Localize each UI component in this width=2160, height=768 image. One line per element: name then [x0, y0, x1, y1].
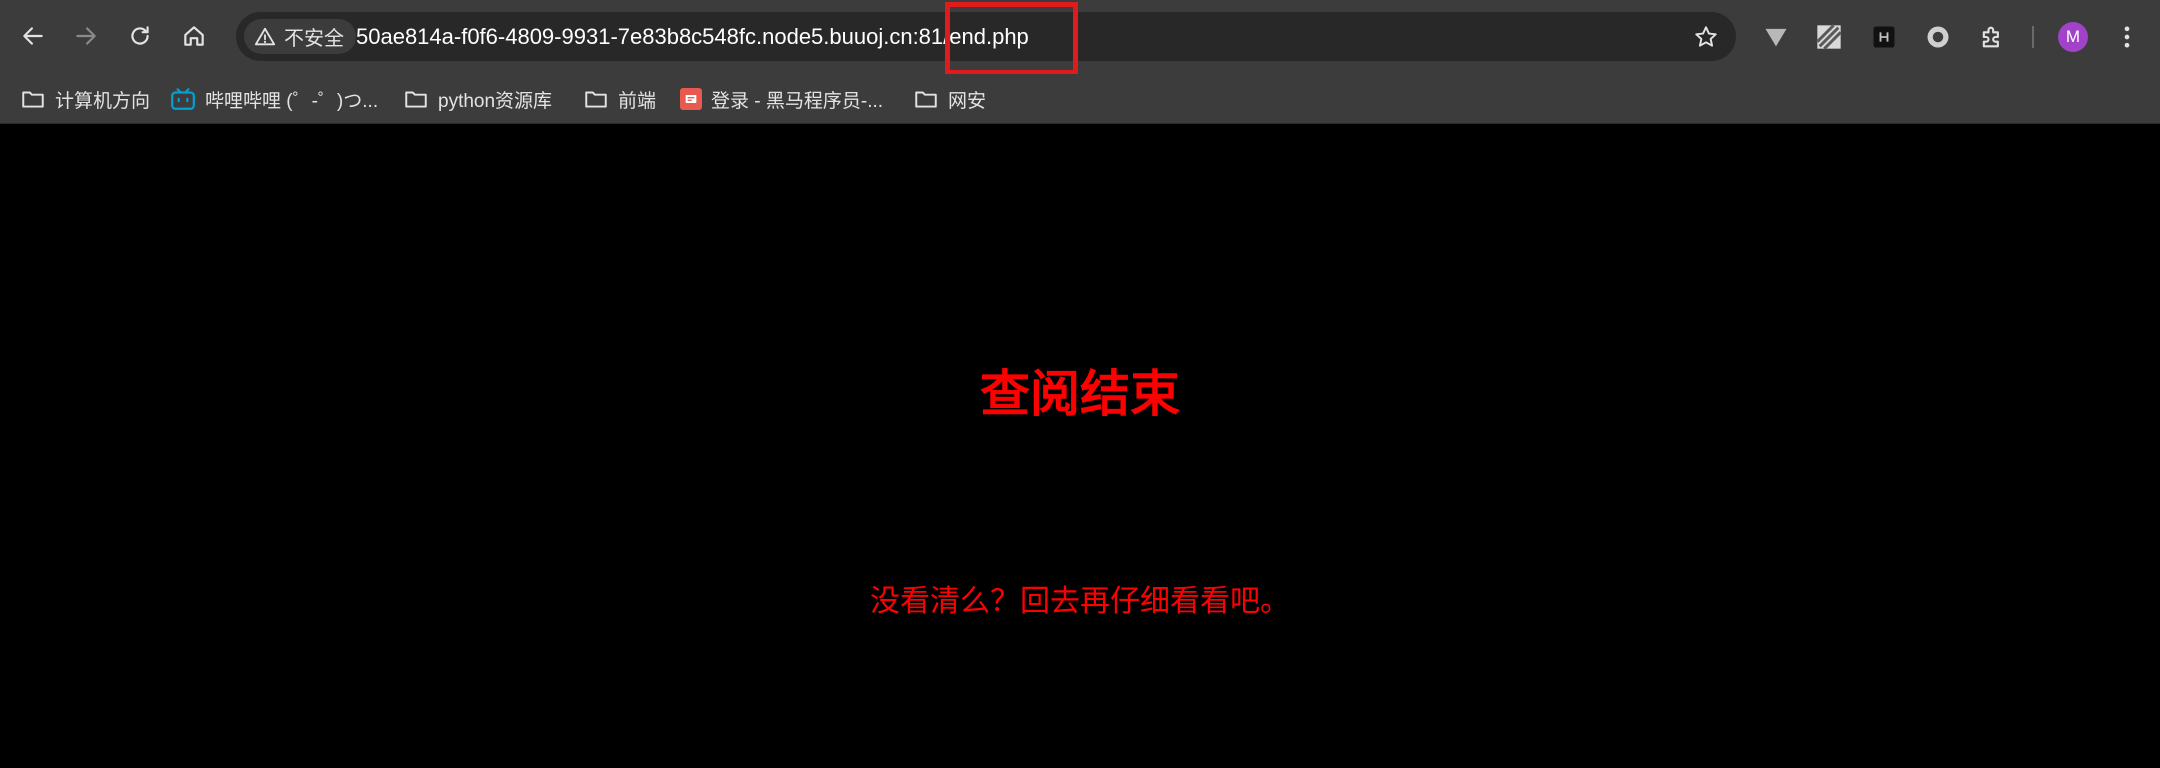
puzzle-icon	[1982, 26, 1999, 48]
page-heading: 查阅结束	[980, 366, 1180, 422]
url-highlight-annotation	[945, 2, 1078, 75]
arrow-right-icon	[76, 27, 96, 45]
forward-button[interactable]	[67, 17, 105, 55]
warning-icon	[254, 27, 276, 45]
vimium-icon	[1765, 28, 1787, 47]
home-button[interactable]	[175, 17, 213, 55]
profile-avatar[interactable]: M	[2058, 22, 2088, 52]
back-button[interactable]	[14, 17, 52, 55]
extension-vimium[interactable]	[1758, 19, 1794, 55]
url-text[interactable]: 50ae814a-f0f6-4809-9931-7e83b8c548fc.nod…	[356, 12, 1029, 61]
folder-icon	[915, 91, 937, 108]
bookmark-item[interactable]: 网安	[913, 82, 986, 116]
bookmark-label: 哔哩哔哩 (゜-゜)つ...	[205, 90, 379, 112]
bookmark-star-button[interactable]	[1688, 19, 1724, 55]
bookmark-label: 登录 - 黑马程序员-...	[711, 90, 884, 112]
page-message: 没看清么？回去再仔细看看吧。	[870, 585, 1290, 618]
folder-icon	[22, 91, 44, 108]
extension-ring[interactable]	[1920, 19, 1956, 55]
bookmark-item[interactable]: 前端	[583, 82, 656, 116]
bookmark-item[interactable]: 哔哩哔哩 (゜-゜)つ...	[170, 82, 378, 116]
folder-icon	[585, 91, 607, 108]
heima-icon	[680, 88, 702, 110]
bookmark-label: python资源库	[438, 90, 553, 112]
toolbar-divider	[2032, 26, 2034, 48]
security-indicator[interactable]: 不安全	[244, 19, 356, 54]
extensions-menu-button[interactable]	[1974, 19, 2010, 55]
bookmark-label: 前端	[618, 90, 657, 112]
star-icon	[1695, 26, 1717, 47]
bookmark-item[interactable]: python资源库	[403, 82, 552, 116]
bookmark-item[interactable]: 登录 - 黑马程序员-...	[680, 82, 883, 116]
arrow-left-icon	[23, 27, 43, 45]
extension-stripe[interactable]	[1811, 19, 1847, 55]
bookmark-item[interactable]: 计算机方向	[20, 82, 150, 116]
reload-button[interactable]	[121, 17, 159, 55]
bookmarks-bar: 计算机方向 哔哩哔哩 (゜-゜)つ... python资源库 前端 登录 - 黑…	[0, 74, 2160, 124]
folder-icon	[405, 91, 427, 108]
home-icon	[184, 26, 204, 46]
ext-ring-icon	[1927, 26, 1949, 48]
browser-menu-button[interactable]	[2109, 19, 2145, 55]
extension-h[interactable]	[1866, 19, 1902, 55]
ext-stripe-icon	[1816, 24, 1842, 50]
ext-dark-h-icon	[1873, 26, 1895, 48]
bilibili-icon	[171, 88, 195, 110]
page-content: 查阅结束 没看清么？回去再仔细看看吧。	[0, 124, 2160, 768]
bookmark-label: 网安	[948, 90, 987, 112]
browser-toolbar: 不安全 50ae814a-f0f6-4809-9931-7e83b8c548fc…	[0, 0, 2160, 75]
bookmark-label: 计算机方向	[55, 90, 151, 112]
more-vertical-icon	[2124, 26, 2130, 48]
security-label: 不安全	[284, 28, 344, 50]
reload-icon	[131, 26, 149, 45]
